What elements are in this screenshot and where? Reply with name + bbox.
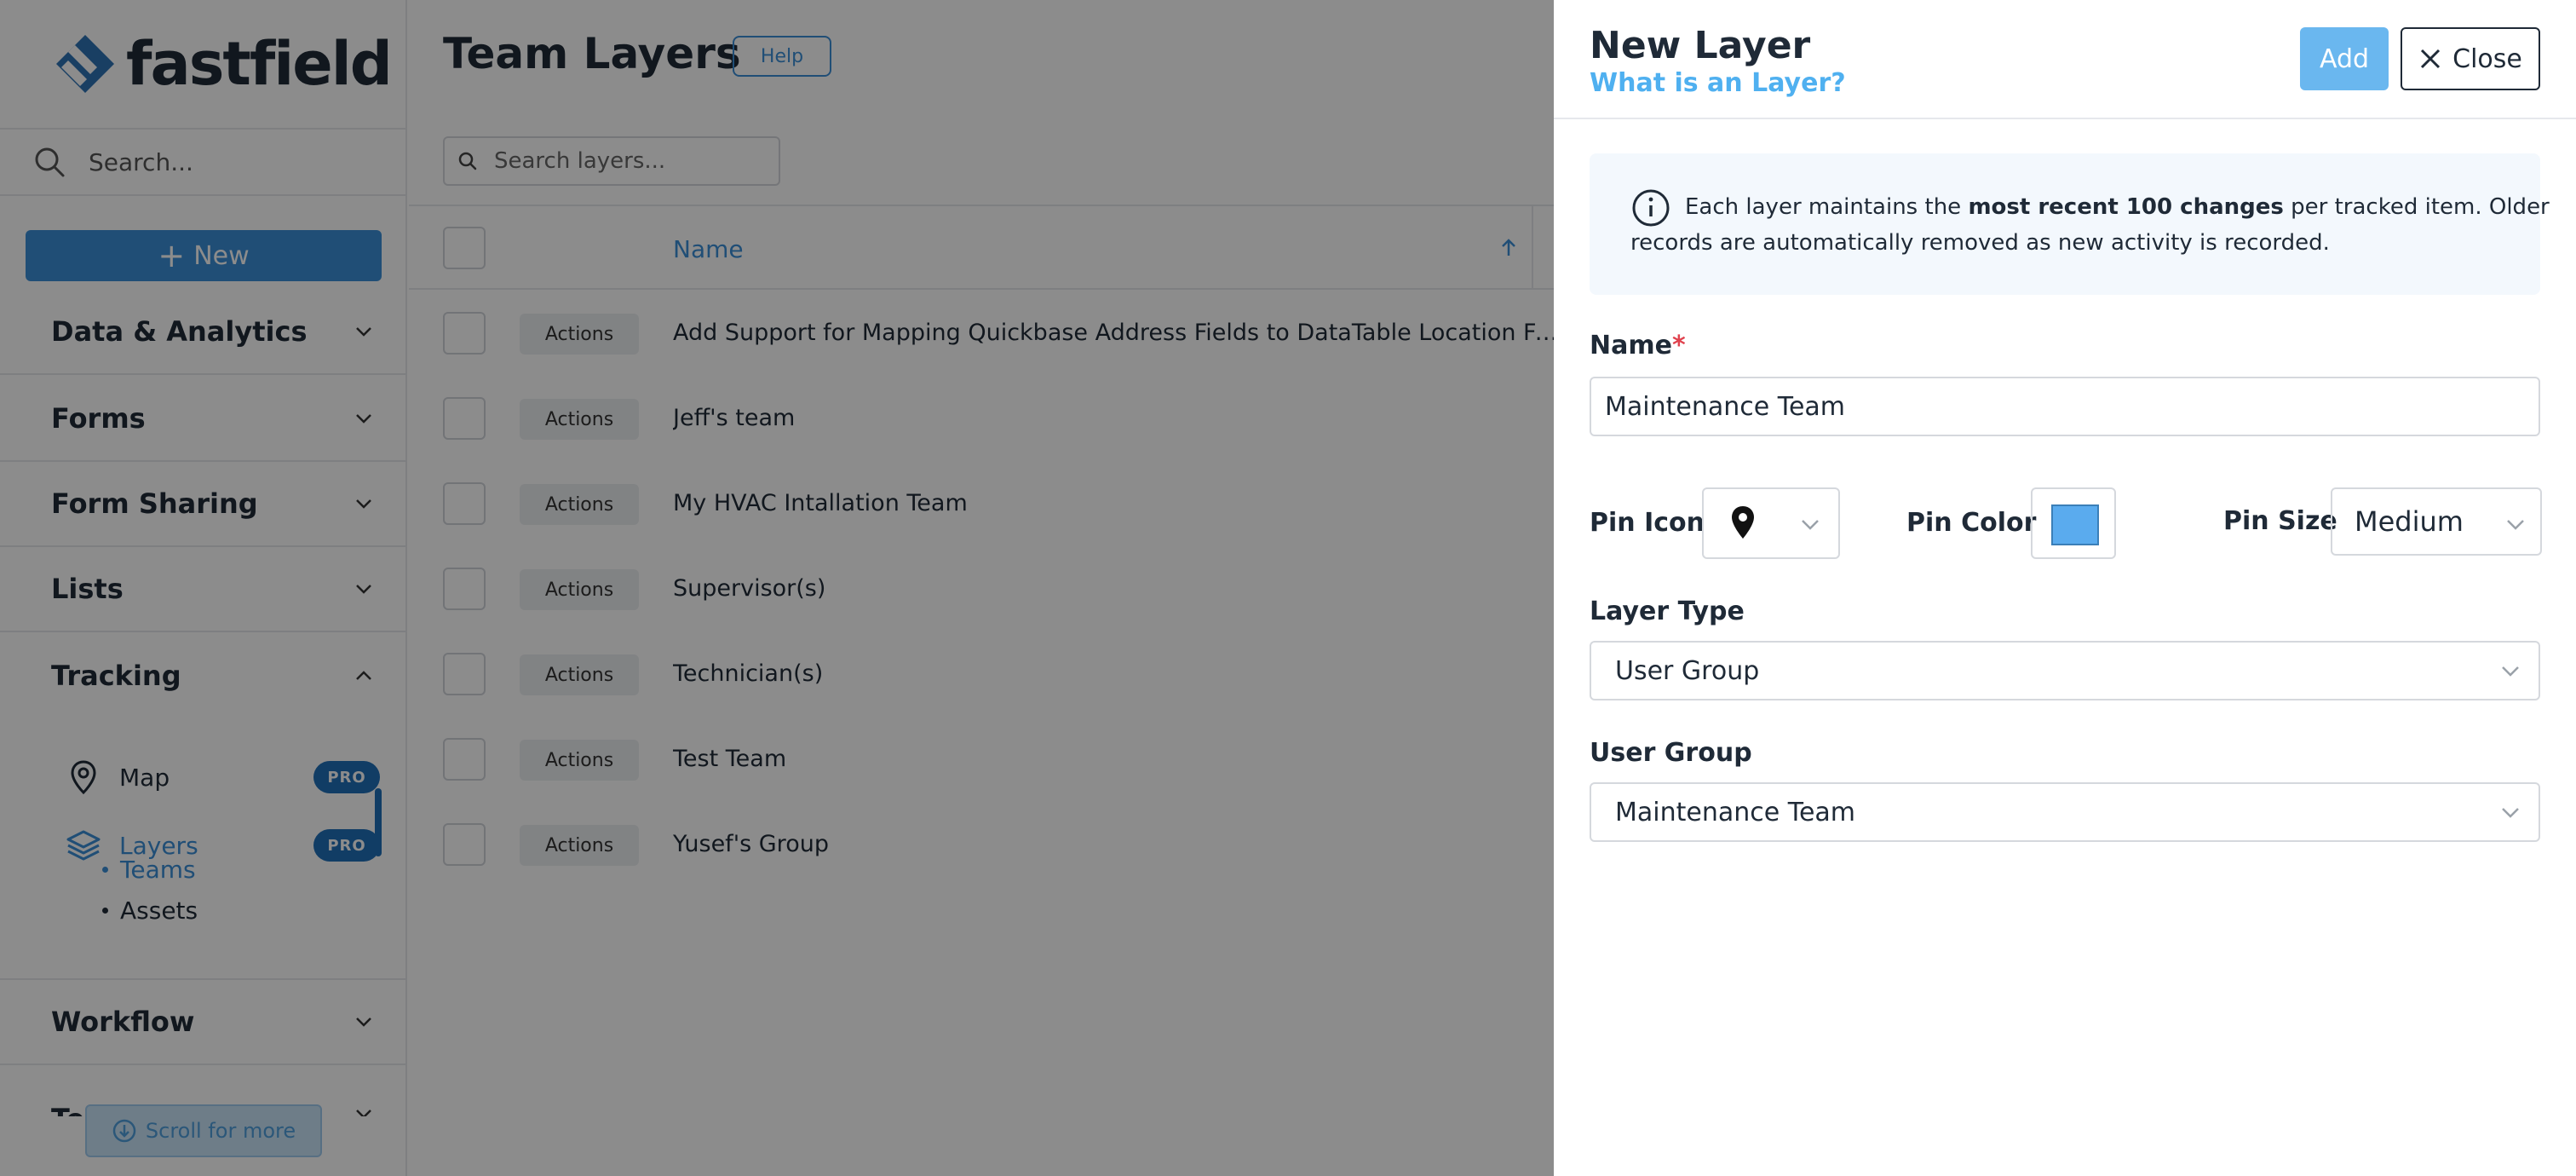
info-text-line1: Each layer maintains the most recent 100… <box>1685 189 2550 226</box>
required-mark: * <box>1671 331 1686 360</box>
add-button[interactable]: Add <box>2300 27 2389 90</box>
pin-color-swatch <box>2051 504 2099 545</box>
pin-color-picker[interactable] <box>2031 487 2116 559</box>
drawer-title: New Layer <box>1590 24 1811 67</box>
close-icon <box>2421 49 2441 69</box>
info-text-pre: Each layer maintains the <box>1685 194 1969 220</box>
user-group-label: User Group <box>1590 738 1752 768</box>
layer-type-value: User Group <box>1615 655 1760 686</box>
info-notice: Each layer maintains the most recent 100… <box>1590 153 2550 295</box>
info-text-post: per tracked item. Older <box>2283 194 2550 220</box>
name-label: Name* <box>1590 331 1686 360</box>
chevron-down-icon <box>2502 808 2519 818</box>
user-group-value: Maintenance Team <box>1615 797 1856 827</box>
layer-type-label: Layer Type <box>1590 597 1745 626</box>
pin-size-select[interactable]: Medium <box>2331 487 2542 556</box>
new-layer-drawer: New Layer What is an Layer? Add Close Ea… <box>1554 0 2576 1176</box>
pin-icon-select[interactable] <box>1702 487 1840 559</box>
drawer-header: New Layer What is an Layer? Add Close <box>1554 0 2576 119</box>
pin-icon-label: Pin Icon <box>1590 508 1705 538</box>
close-button[interactable]: Close <box>2401 27 2540 90</box>
pin-size-value: Medium <box>2355 505 2464 538</box>
modal-backdrop[interactable] <box>0 0 1554 1176</box>
chevron-down-icon <box>1802 520 1819 530</box>
name-label-text: Name <box>1590 331 1672 360</box>
what-is-layer-link[interactable]: What is an Layer? <box>1590 68 1846 98</box>
info-text-line2: records are automatically removed as new… <box>1630 230 2330 256</box>
info-icon <box>1632 189 1670 227</box>
pin-size-label: Pin Size <box>2223 506 2337 536</box>
chevron-down-icon <box>2502 666 2519 677</box>
info-text-bold: most recent 100 changes <box>1968 194 2284 220</box>
layer-type-select[interactable]: User Group <box>1590 641 2540 700</box>
pin-color-label: Pin Color <box>1906 508 2037 538</box>
map-pin-icon <box>1732 506 1754 539</box>
chevron-down-icon <box>2507 520 2524 530</box>
user-group-select[interactable]: Maintenance Team <box>1590 782 2540 842</box>
name-input[interactable]: Maintenance Team <box>1590 377 2540 436</box>
close-button-label: Close <box>2452 43 2522 74</box>
